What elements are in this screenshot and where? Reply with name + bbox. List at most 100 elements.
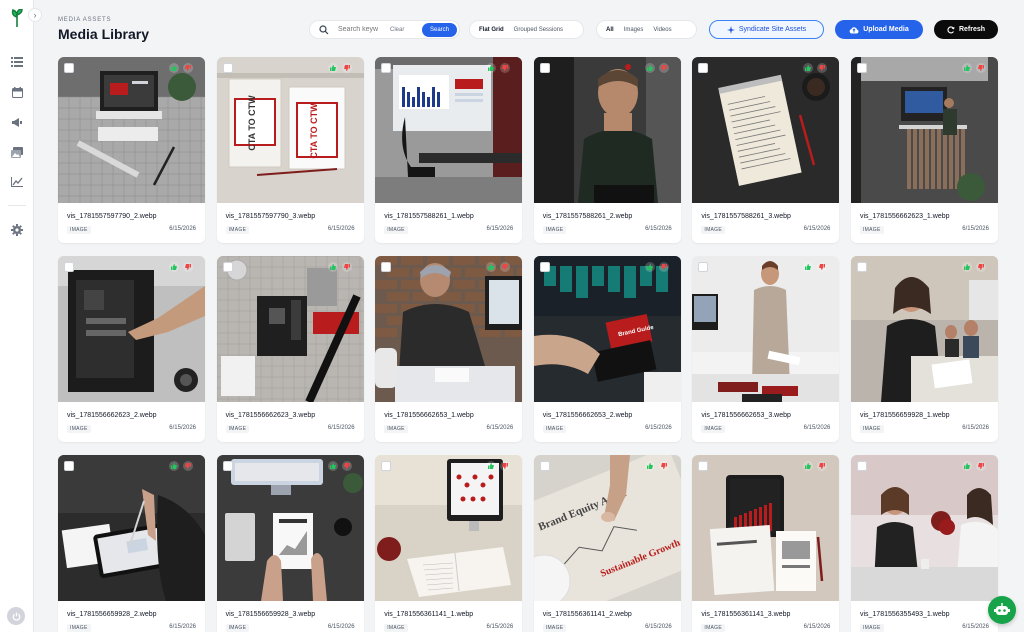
select-checkbox[interactable] <box>539 262 550 272</box>
thumbs-down-icon[interactable] <box>341 461 352 471</box>
media-thumbnail[interactable] <box>533 57 681 203</box>
select-checkbox[interactable] <box>64 461 74 471</box>
thumbs-up-icon[interactable] <box>169 63 179 73</box>
select-checkbox[interactable] <box>539 461 550 471</box>
sidebar-item-media[interactable] <box>10 145 24 159</box>
thumbs-down-icon[interactable] <box>975 262 986 272</box>
thumbs-down-icon[interactable] <box>658 262 669 272</box>
view-flat-grid[interactable]: Flat Grid <box>474 27 509 33</box>
media-thumbnail[interactable] <box>216 256 364 402</box>
media-thumbnail[interactable] <box>692 256 840 402</box>
thumbs-down-icon[interactable] <box>183 461 193 471</box>
media-thumbnail[interactable] <box>850 455 998 601</box>
media-card[interactable]: vis_1781556659928_3.webp IMAGE 6/15/2026 <box>216 455 364 632</box>
media-thumbnail[interactable]: Brand Guide <box>533 256 681 402</box>
list-icon <box>11 57 23 67</box>
select-checkbox[interactable] <box>381 63 392 73</box>
select-checkbox[interactable] <box>856 262 867 272</box>
brand-logo[interactable] <box>10 8 24 27</box>
media-thumbnail[interactable] <box>692 57 840 203</box>
thumbs-up-icon[interactable] <box>327 461 338 471</box>
select-checkbox[interactable] <box>856 63 867 73</box>
media-thumbnail[interactable] <box>375 256 523 402</box>
media-thumbnail[interactable] <box>216 455 364 601</box>
thumbs-down-icon[interactable] <box>975 63 986 73</box>
select-checkbox[interactable] <box>222 63 233 73</box>
thumbs-up-icon[interactable] <box>644 63 655 73</box>
media-card[interactable]: vis_1781557588261_2.webp IMAGE 6/15/2026 <box>533 57 681 243</box>
media-card[interactable]: vis_1781557588261_1.webp IMAGE 6/15/2026 <box>375 57 523 243</box>
media-card[interactable]: vis_1781556659928_1.webp IMAGE 6/15/2026 <box>850 256 998 442</box>
media-card[interactable]: vis_1781556361141_3.webp IMAGE 6/15/2026 <box>692 455 840 632</box>
collapse-sidebar-button[interactable]: › <box>28 8 42 22</box>
filter-videos[interactable]: Videos <box>648 27 676 33</box>
media-card[interactable]: vis_1781556662653_1.webp IMAGE 6/15/2026 <box>375 256 523 442</box>
select-checkbox[interactable] <box>64 63 74 73</box>
select-checkbox[interactable] <box>222 461 233 471</box>
thumbs-up-icon[interactable] <box>644 262 655 272</box>
media-thumbnail[interactable] <box>850 256 998 402</box>
media-card[interactable]: CTA TO CTW CTA TO CTW vis_1781557597790_3… <box>216 57 364 243</box>
thumbs-down-icon[interactable] <box>341 63 352 73</box>
thumbs-down-icon[interactable] <box>341 262 352 272</box>
thumbs-up-icon[interactable] <box>169 262 179 272</box>
media-card[interactable]: vis_1781557597790_2.webp IMAGE 6/15/2026 <box>58 57 205 243</box>
media-card[interactable]: vis_1781556662653_3.webp IMAGE 6/15/2026 <box>692 256 840 442</box>
media-thumbnail[interactable]: Brand Equity Audit Sustainable Growth <box>533 455 681 601</box>
select-checkbox[interactable] <box>381 262 392 272</box>
upload-media-button[interactable]: Upload Media <box>835 20 923 39</box>
sidebar-item-list[interactable] <box>10 55 24 69</box>
media-thumbnail[interactable] <box>375 57 523 203</box>
filter-images[interactable]: Images <box>619 27 649 33</box>
clear-button[interactable]: Clear <box>390 27 404 33</box>
select-checkbox[interactable] <box>698 461 709 471</box>
select-checkbox[interactable] <box>222 262 233 272</box>
thumbs-up-icon[interactable] <box>961 461 972 471</box>
select-checkbox[interactable] <box>698 262 709 272</box>
media-card[interactable]: Brand Guide vis_1781556662653_2.webp IMA… <box>533 256 681 442</box>
media-thumbnail[interactable] <box>375 455 523 601</box>
view-grouped-sessions[interactable]: Grouped Sessions <box>509 27 568 33</box>
syndicate-button[interactable]: Syndicate Site Assets <box>709 20 824 39</box>
thumbs-up-icon[interactable] <box>961 262 972 272</box>
media-card[interactable]: vis_1781556659928_2.webp IMAGE 6/15/2026 <box>58 455 205 632</box>
thumbs-down-icon[interactable] <box>658 461 669 471</box>
media-thumbnail[interactable] <box>58 57 205 203</box>
media-card[interactable]: Brand Equity Audit Sustainable Growth vis… <box>533 455 681 632</box>
thumbs-down-icon[interactable] <box>183 63 193 73</box>
sidebar-item-campaigns[interactable] <box>10 115 24 129</box>
thumbs-down-icon[interactable] <box>658 63 669 73</box>
select-checkbox[interactable] <box>856 461 867 471</box>
power-button[interactable] <box>7 607 25 625</box>
search-input[interactable] <box>338 26 382 33</box>
search-button[interactable]: Search <box>421 23 457 37</box>
media-thumbnail[interactable] <box>58 455 205 601</box>
filter-all[interactable]: All <box>601 27 619 33</box>
select-checkbox[interactable] <box>64 262 74 272</box>
thumbs-up-icon[interactable] <box>169 461 179 471</box>
refresh-button[interactable]: Refresh <box>934 20 998 39</box>
thumbs-up-icon[interactable] <box>644 461 655 471</box>
media-thumbnail[interactable] <box>692 455 840 601</box>
sidebar-item-calendar[interactable] <box>10 85 24 99</box>
thumbs-up-icon[interactable] <box>961 63 972 73</box>
select-checkbox[interactable] <box>539 63 550 73</box>
thumbs-down-icon[interactable] <box>975 461 986 471</box>
media-card[interactable]: vis_1781556662623_2.webp IMAGE 6/15/2026 <box>58 256 205 442</box>
sidebar-item-analytics[interactable] <box>10 175 24 189</box>
select-checkbox[interactable] <box>381 461 392 471</box>
media-card[interactable]: vis_1781556355493_1.webp IMAGE 6/15/2026 <box>850 455 998 632</box>
media-card[interactable]: vis_1781556662623_3.webp IMAGE 6/15/2026 <box>216 256 364 442</box>
sidebar-item-settings[interactable] <box>10 223 24 237</box>
media-thumbnail[interactable] <box>850 57 998 203</box>
select-checkbox[interactable] <box>698 63 709 73</box>
media-card[interactable]: vis_1781556662623_1.webp IMAGE 6/15/2026 <box>850 57 998 243</box>
thumbs-up-icon[interactable] <box>327 63 338 73</box>
media-thumbnail[interactable] <box>58 256 205 402</box>
thumbs-up-icon[interactable] <box>327 262 338 272</box>
media-thumbnail[interactable]: CTA TO CTW CTA TO CTW <box>216 57 364 203</box>
media-card[interactable]: vis_1781556361141_1.webp IMAGE 6/15/2026 <box>375 455 523 632</box>
chat-assistant-button[interactable] <box>988 596 1016 624</box>
thumbs-down-icon[interactable] <box>183 262 193 272</box>
media-card[interactable]: vis_1781557588261_3.webp IMAGE 6/15/2026 <box>692 57 840 243</box>
